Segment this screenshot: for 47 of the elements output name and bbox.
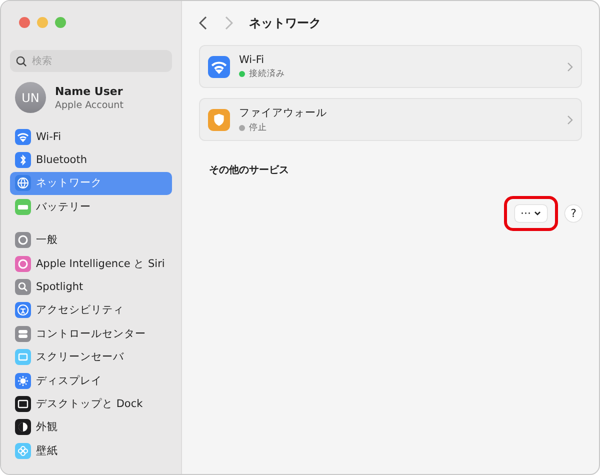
account-name: Name User bbox=[55, 84, 124, 98]
globe-icon bbox=[15, 175, 31, 192]
sun-icon bbox=[15, 372, 31, 389]
help-button[interactable]: ? bbox=[565, 205, 582, 222]
dock-icon bbox=[15, 396, 31, 412]
search-icon bbox=[15, 279, 31, 296]
sidebar-item[interactable]: 外観 bbox=[10, 416, 172, 440]
service-name: Wi-Fi bbox=[239, 54, 266, 66]
service-status: 接続済み bbox=[249, 68, 285, 80]
account-subtitle: Apple Account bbox=[55, 100, 124, 110]
search-field[interactable]: 検索 bbox=[10, 50, 172, 72]
section-heading: その他のサービス bbox=[209, 164, 290, 177]
back-icon[interactable] bbox=[199, 16, 208, 30]
chevron-icon bbox=[567, 62, 573, 72]
more-button[interactable]: ··· bbox=[514, 205, 547, 222]
wifi-icon bbox=[208, 56, 230, 78]
close-button[interactable] bbox=[19, 17, 30, 28]
service-row[interactable]: Wi-Fi 接続済み bbox=[199, 45, 582, 88]
sidebar-item[interactable]: Spotlight bbox=[10, 275, 172, 299]
screen-icon bbox=[15, 349, 31, 366]
shield-icon bbox=[208, 108, 230, 130]
toggle-icon bbox=[15, 326, 31, 342]
sidebar-item[interactable]: 一般 bbox=[10, 228, 172, 252]
flower-icon bbox=[15, 442, 31, 459]
sidebar-item[interactable]: Apple Intelligence と Siri bbox=[10, 252, 172, 276]
caret-icon bbox=[534, 211, 541, 216]
sidebar-item[interactable]: バッテリー bbox=[10, 195, 172, 219]
accessibility-icon bbox=[15, 302, 31, 318]
sidebar-item[interactable]: コントロールセンター bbox=[10, 322, 172, 346]
service-status: 停止 bbox=[249, 122, 267, 134]
forward-icon[interactable] bbox=[224, 16, 233, 30]
chevron-icon bbox=[567, 114, 573, 124]
sidebar-item[interactable]: Wi-Fi bbox=[10, 125, 172, 148]
zoom-button[interactable] bbox=[55, 17, 66, 28]
bluetooth-icon bbox=[15, 152, 31, 168]
window-title: ネットワーク bbox=[249, 14, 321, 32]
service-name: ファイアウォール bbox=[239, 106, 328, 120]
minimize-button[interactable] bbox=[37, 17, 48, 28]
service-row[interactable]: ファイアウォール 停止 bbox=[199, 98, 582, 141]
sidebar-item[interactable]: ディスプレイ bbox=[10, 368, 172, 392]
battery-icon bbox=[15, 198, 31, 215]
sidebar-item[interactable]: デスクトップと Dock bbox=[10, 392, 172, 416]
sidebar-item[interactable]: Bluetooth bbox=[10, 148, 172, 172]
sidebar-item[interactable]: アクセシビリティ bbox=[10, 298, 172, 322]
wifi-icon bbox=[15, 128, 31, 145]
sidebar-item[interactable]: 壁紙 bbox=[10, 439, 172, 462]
sidebar-item[interactable]: スクリーンセーバ bbox=[10, 346, 172, 369]
